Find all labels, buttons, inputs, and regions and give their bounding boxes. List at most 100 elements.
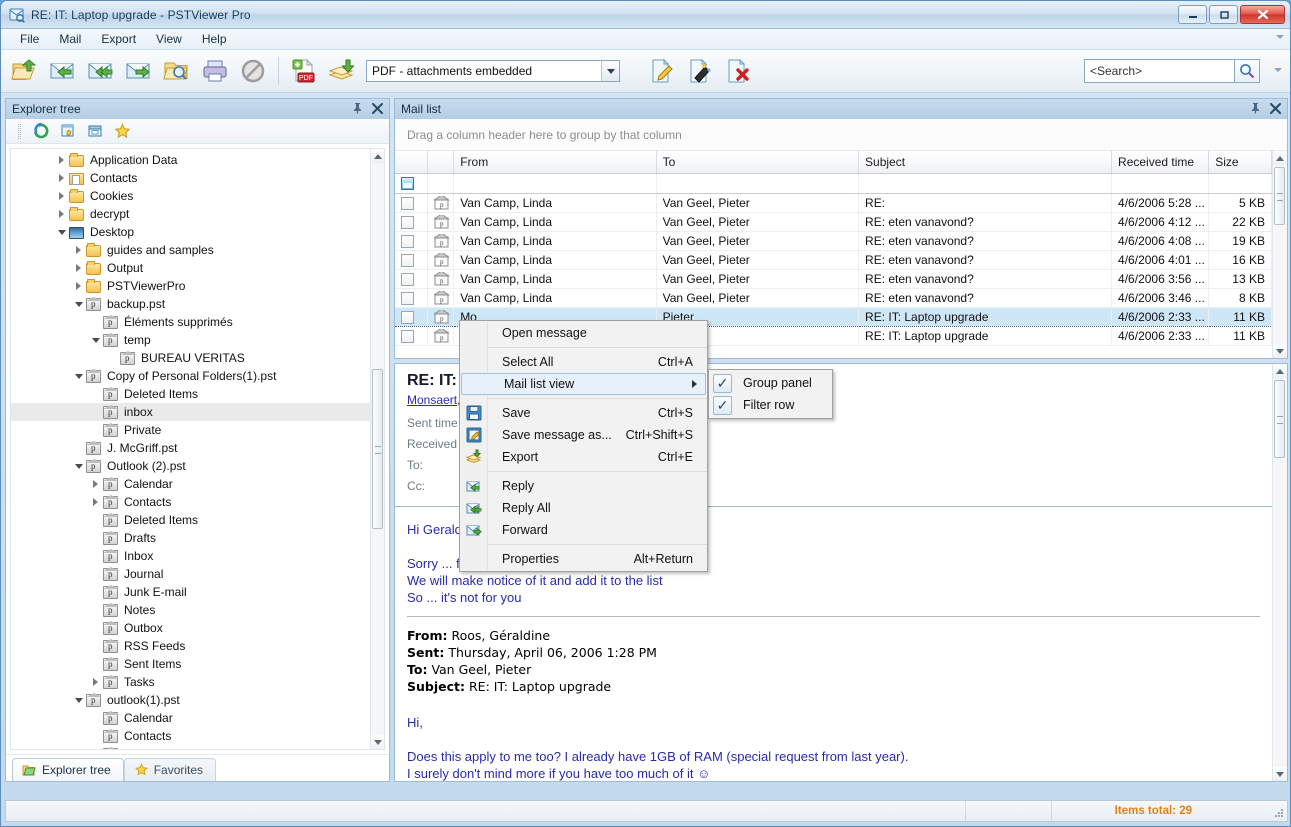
- tree-node-decrypt[interactable]: decrypt: [11, 205, 370, 223]
- close-button[interactable]: [1240, 5, 1285, 24]
- expander-icon[interactable]: [89, 496, 102, 509]
- refresh-icon[interactable]: [31, 121, 51, 141]
- search-icon[interactable]: [1234, 59, 1260, 83]
- edit-page-button[interactable]: [644, 53, 680, 89]
- table-row[interactable]: p Van Camp, Linda Van Geel, Pieter RE: eten…: [395, 250, 1272, 270]
- col-from[interactable]: From: [453, 151, 657, 174]
- expander-icon[interactable]: [55, 154, 68, 167]
- print-button[interactable]: [197, 53, 233, 89]
- expander-icon[interactable]: [55, 190, 68, 203]
- collapse-icon[interactable]: [89, 334, 102, 347]
- message-from-link[interactable]: Monsaert,: [407, 393, 460, 407]
- tree-node-outlook-1-pst[interactable]: outlook(1).pst: [11, 691, 370, 709]
- submenu-item-group-panel[interactable]: ✓ Group panel: [709, 372, 832, 394]
- expander-icon[interactable]: [72, 244, 85, 257]
- menubar-overflow-icon[interactable]: [1276, 35, 1284, 39]
- row-checkbox-cell[interactable]: [395, 212, 428, 232]
- expander-icon[interactable]: [72, 280, 85, 293]
- tree-node-outbox[interactable]: Outbox: [11, 619, 370, 637]
- tree-node-temp[interactable]: temp: [11, 331, 370, 349]
- maillist-vertical-scrollbar[interactable]: [1272, 151, 1287, 358]
- open-folder-button[interactable]: [7, 53, 43, 89]
- select-all-checkbox[interactable]: [401, 177, 414, 191]
- filter-from[interactable]: [453, 173, 657, 194]
- col-icon[interactable]: [427, 151, 455, 174]
- resize-grip-icon[interactable]: [1273, 807, 1285, 819]
- tree-node-junk-e-mail[interactable]: Junk E-mail: [11, 583, 370, 601]
- context-menu-item-save[interactable]: Save Ctrl+S: [460, 402, 707, 424]
- expander-icon[interactable]: [89, 676, 102, 689]
- row-checkbox[interactable]: [401, 253, 414, 267]
- maximize-button[interactable]: [1209, 5, 1238, 24]
- expander-icon[interactable]: [89, 478, 102, 491]
- tree-node-inbox[interactable]: Inbox: [11, 547, 370, 565]
- col-checkbox[interactable]: [395, 151, 428, 174]
- explorer-tree[interactable]: Application Data Contacts Cookies decrypt De…: [10, 148, 385, 750]
- minimize-button[interactable]: [1178, 5, 1207, 24]
- tab-explorer-tree[interactable]: Explorer tree: [12, 758, 124, 781]
- scroll-thumb[interactable]: [1274, 167, 1285, 225]
- context-menu-item-open-message[interactable]: Open message: [460, 322, 707, 344]
- pin-icon[interactable]: [352, 102, 363, 114]
- tree-node-desktop[interactable]: Desktop: [11, 223, 370, 241]
- scroll-down-icon[interactable]: [371, 735, 384, 749]
- favorites-star-icon[interactable]: [112, 121, 132, 141]
- filter-row[interactable]: [395, 173, 1272, 194]
- table-row[interactable]: p Van Camp, Linda Van Geel, Pieter RE: eten…: [395, 231, 1272, 251]
- close-icon[interactable]: [372, 102, 383, 114]
- scroll-up-icon[interactable]: [1273, 151, 1287, 165]
- tree-node-bureau-veritas[interactable]: BUREAU VERITAS: [11, 349, 370, 367]
- page-wand-button[interactable]: [682, 53, 718, 89]
- tree-node-sent-items[interactable]: Sent Items: [11, 655, 370, 673]
- col-to[interactable]: To: [656, 151, 860, 174]
- open-file-icon[interactable]: [58, 121, 78, 141]
- pin-icon[interactable]: [1250, 102, 1261, 114]
- forward-button[interactable]: [121, 53, 157, 89]
- tree-node-pstviewerpro[interactable]: PSTViewerPro: [11, 277, 370, 295]
- tree-node-outlook-2-pst[interactable]: Outlook (2).pst: [11, 457, 370, 475]
- scroll-down-icon[interactable]: [1273, 767, 1287, 781]
- tree-node-deleted-items[interactable]: Deleted Items: [11, 511, 370, 529]
- context-menu-item-save-message-as[interactable]: Save message as... Ctrl+Shift+S: [460, 424, 707, 446]
- tree-node-guides-and-samples[interactable]: guides and samples: [11, 241, 370, 259]
- chevron-down-icon[interactable]: [601, 61, 619, 81]
- expander-icon[interactable]: [72, 262, 85, 275]
- collapse-icon[interactable]: [55, 226, 68, 239]
- menu-item-mail[interactable]: Mail: [50, 30, 90, 48]
- table-row[interactable]: p Van Camp, Linda Van Geel, Pieter RE: eten…: [395, 288, 1272, 308]
- context-menu-item-export[interactable]: Export Ctrl+E: [460, 446, 707, 468]
- collapse-icon[interactable]: [72, 460, 85, 473]
- tree-node-deleted-items[interactable]: Deleted Items: [11, 745, 370, 749]
- table-row[interactable]: p Van Camp, Linda Van Geel, Pieter RE: eten…: [395, 269, 1272, 289]
- tree-node-calendar[interactable]: Calendar: [11, 709, 370, 727]
- reply-button[interactable]: [45, 53, 81, 89]
- context-menu-item-reply[interactable]: Reply: [460, 475, 707, 497]
- create-pdf-button[interactable]: PDF: [286, 53, 322, 89]
- menu-item-export[interactable]: Export: [92, 30, 145, 48]
- row-checkbox[interactable]: [401, 329, 414, 343]
- tree-node-output[interactable]: Output: [11, 259, 370, 277]
- expander-icon[interactable]: [55, 208, 68, 221]
- reply-all-button[interactable]: [83, 53, 119, 89]
- filter-received[interactable]: [1111, 173, 1210, 194]
- tree-node-notes[interactable]: Notes: [11, 601, 370, 619]
- tree-vertical-scrollbar[interactable]: [370, 149, 384, 749]
- context-menu-item-reply-all[interactable]: Reply All: [460, 497, 707, 519]
- collapse-icon[interactable]: [72, 694, 85, 707]
- tree-node-deleted-items[interactable]: Deleted Items: [11, 385, 370, 403]
- export-format-select[interactable]: PDF - attachments embedded: [366, 60, 620, 82]
- search-input[interactable]: <Search>: [1084, 59, 1234, 83]
- tree-node-contacts[interactable]: Contacts: [11, 169, 370, 187]
- filter-subject[interactable]: [858, 173, 1113, 194]
- menu-item-help[interactable]: Help: [193, 30, 236, 48]
- tree-node-calendar[interactable]: Calendar: [11, 475, 370, 493]
- row-checkbox-cell[interactable]: [395, 269, 428, 289]
- menu-item-file[interactable]: File: [11, 30, 48, 48]
- scroll-thumb[interactable]: [372, 369, 383, 529]
- tree-node-drafts[interactable]: Drafts: [11, 529, 370, 547]
- scroll-down-icon[interactable]: [1273, 344, 1287, 358]
- scroll-thumb[interactable]: [1274, 380, 1285, 458]
- row-checkbox[interactable]: [401, 196, 414, 210]
- preview-vertical-scrollbar[interactable]: [1272, 364, 1287, 781]
- context-menu-item-forward[interactable]: Forward: [460, 519, 707, 541]
